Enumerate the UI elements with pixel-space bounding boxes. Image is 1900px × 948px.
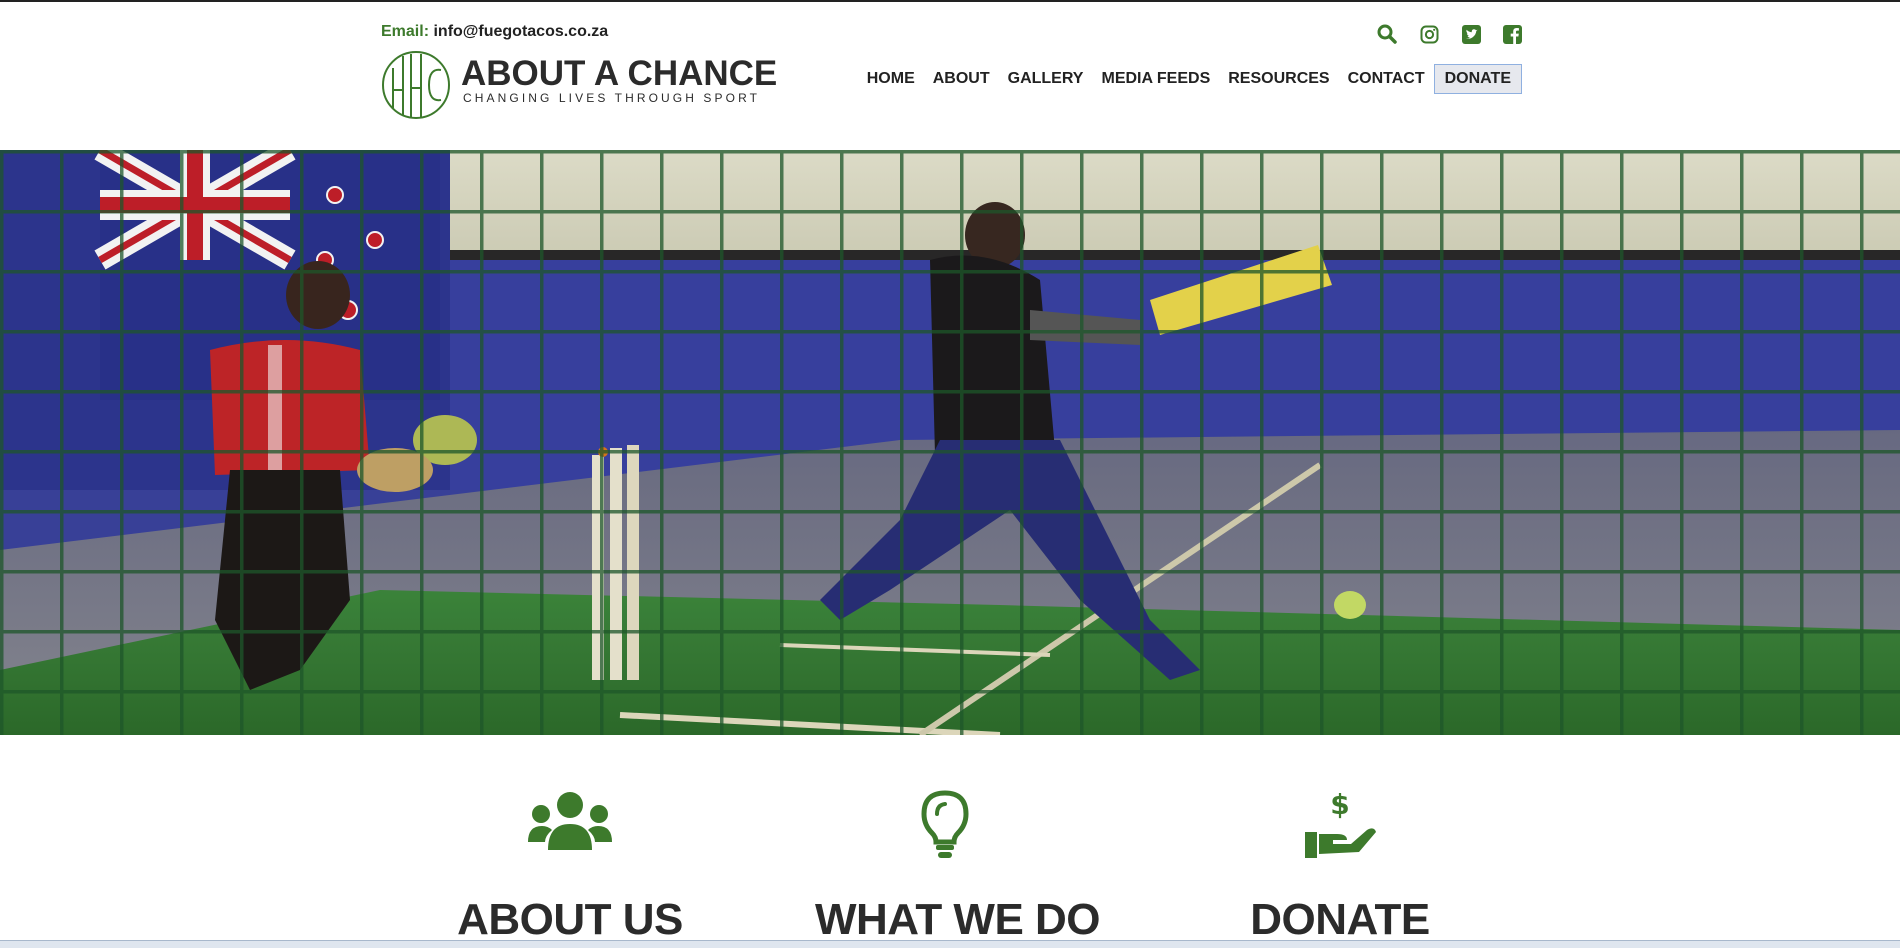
svg-text:$: $	[1330, 790, 1349, 821]
site-logo[interactable]: ABOUT A CHANCE CHANGING LIVES THROUGH SP…	[381, 50, 777, 120]
nav-home[interactable]: HOME	[858, 64, 924, 94]
taskbar-strip	[0, 940, 1900, 948]
logo-title: ABOUT A CHANCE	[461, 54, 778, 93]
main-nav: HOME ABOUT GALLERY MEDIA FEEDS RESOURCES…	[858, 64, 1522, 94]
nav-gallery[interactable]: GALLERY	[999, 64, 1093, 94]
hero-image	[0, 150, 1900, 735]
nav-media-feeds[interactable]: MEDIA FEEDS	[1092, 64, 1219, 94]
hero-photo	[0, 150, 1900, 735]
email-label: Email:	[381, 23, 430, 40]
instagram-icon[interactable]	[1417, 22, 1441, 46]
email-value[interactable]: info@fuegotacos.co.za	[433, 23, 608, 40]
feature-about-us[interactable]: ABOUT US	[440, 790, 700, 944]
logo-mark-icon	[382, 51, 450, 119]
feature-title-about-us: ABOUT US	[457, 895, 683, 944]
twitter-icon[interactable]	[1459, 22, 1483, 46]
nav-about[interactable]: ABOUT	[924, 64, 999, 94]
facebook-icon[interactable]	[1500, 22, 1524, 46]
search-icon[interactable]	[1375, 22, 1399, 46]
feature-what-we-do[interactable]: WHAT WE DO	[815, 790, 1101, 944]
feature-title-donate: DONATE	[1250, 895, 1430, 944]
feature-donate[interactable]: $ DONATE	[1210, 790, 1470, 944]
contact-email[interactable]: Email: info@fuegotacos.co.za	[381, 23, 608, 41]
logo-tagline: CHANGING LIVES THROUGH SPORT	[463, 91, 761, 105]
top-border	[0, 0, 1900, 2]
donate-hand-icon: $	[1305, 790, 1376, 858]
feature-title-what-we-do: WHAT WE DO	[815, 895, 1101, 944]
nav-donate[interactable]: DONATE	[1433, 64, 1522, 94]
nav-resources[interactable]: RESOURCES	[1219, 64, 1338, 94]
nav-contact[interactable]: CONTACT	[1339, 64, 1434, 94]
lightbulb-icon	[921, 790, 969, 858]
users-icon	[528, 792, 612, 850]
